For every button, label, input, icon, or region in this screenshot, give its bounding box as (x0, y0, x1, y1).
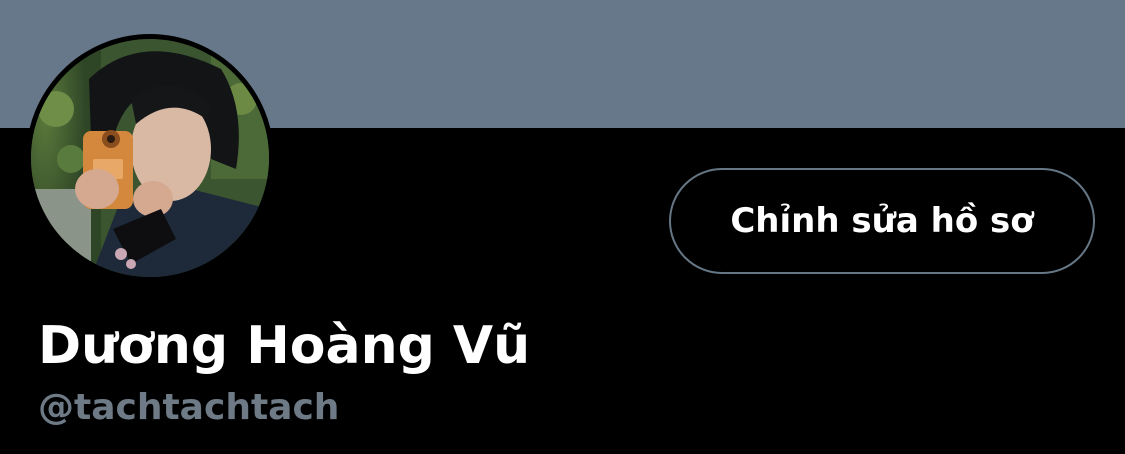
avatar[interactable] (31, 39, 269, 277)
username-handle: @tachtachtach (38, 387, 340, 428)
display-name: Dương Hoàng Vũ (38, 316, 531, 376)
avatar-photo (31, 39, 269, 277)
edit-profile-button[interactable]: Chỉnh sửa hồ sơ (669, 168, 1095, 274)
